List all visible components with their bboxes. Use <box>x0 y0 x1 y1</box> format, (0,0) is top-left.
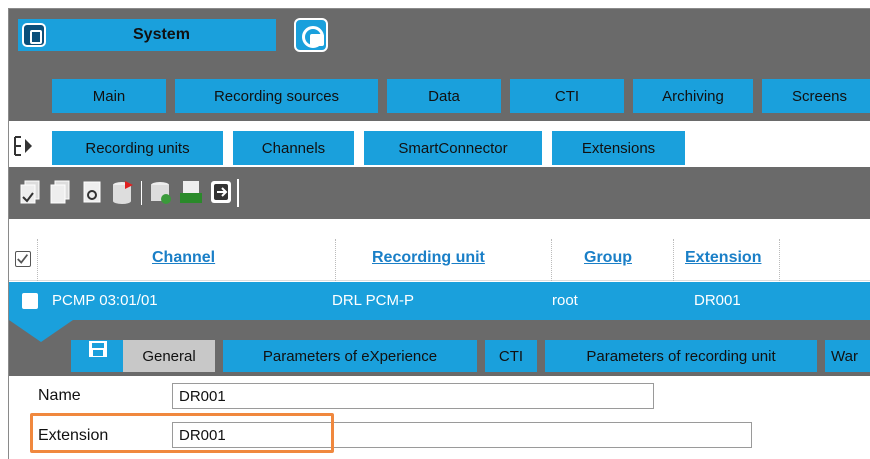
tab-data[interactable]: Data <box>387 79 501 113</box>
refresh-database-icon[interactable] <box>149 179 173 205</box>
detail-tabs-bar: General Parameters of eXperience CTI Par… <box>9 320 870 376</box>
cell-channel: PCMP 03:01/01 <box>52 292 158 309</box>
top-bar: System <box>9 9 870 69</box>
extension-highlight <box>30 413 334 453</box>
copy-icon[interactable] <box>19 179 43 205</box>
checkmark-icon <box>17 254 29 264</box>
tab-recording-sources[interactable]: Recording sources <box>175 79 378 113</box>
user-settings-icon[interactable] <box>294 18 328 52</box>
row-pointer-icon <box>9 320 73 342</box>
column-header-channel[interactable]: Channel <box>152 249 215 267</box>
column-divider <box>673 239 674 281</box>
main-tabs-bar: Main Recording sources Data CTI Archivin… <box>9 69 870 121</box>
system-label: System <box>133 26 190 43</box>
toolbar-separator <box>141 181 142 205</box>
row-checkbox[interactable] <box>22 293 38 309</box>
settings-icon[interactable] <box>81 179 105 205</box>
table-row[interactable]: PCMP 03:01/01 DRL PCM-P root DR001 <box>9 282 870 320</box>
name-field[interactable]: DR001 <box>172 383 654 409</box>
tree-expand-icon[interactable] <box>13 135 33 157</box>
column-divider <box>779 239 780 281</box>
export-csv-icon[interactable] <box>179 179 203 205</box>
save-icon <box>89 341 107 357</box>
column-divider <box>335 239 336 281</box>
system-button[interactable]: System <box>18 19 276 51</box>
detail-tab-cti[interactable]: CTI <box>485 340 537 372</box>
system-icon <box>22 23 46 47</box>
subtab-channels[interactable]: Channels <box>233 131 354 165</box>
cell-extension: DR001 <box>694 292 741 309</box>
detail-tab-parameters-of-experience[interactable]: Parameters of eXperience <box>223 340 477 372</box>
subtab-extensions[interactable]: Extensions <box>552 131 685 165</box>
detail-tab-parameters-of-recording-unit[interactable]: Parameters of recording unit <box>545 340 817 372</box>
detail-tab-general[interactable]: General <box>123 340 215 372</box>
cell-group: root <box>552 292 578 309</box>
subtab-smartconnector[interactable]: SmartConnector <box>364 131 542 165</box>
table-header: Channel Recording unit Group Extension <box>9 239 870 281</box>
exit-icon[interactable] <box>209 179 233 205</box>
tab-main[interactable]: Main <box>52 79 166 113</box>
cell-recording-unit: DRL PCM-P <box>332 292 414 309</box>
detail-tab-warnings[interactable]: War <box>825 340 870 372</box>
column-header-recording-unit[interactable]: Recording unit <box>372 249 485 267</box>
subtab-recording-units[interactable]: Recording units <box>52 131 223 165</box>
tab-cti[interactable]: CTI <box>510 79 624 113</box>
column-divider <box>37 239 38 281</box>
tab-screens[interactable]: Screens <box>762 79 870 113</box>
select-all-checkbox[interactable] <box>15 251 31 267</box>
sub-tabs-bar: Recording units Channels SmartConnector … <box>9 121 870 167</box>
column-divider <box>551 239 552 281</box>
toolbar-separator <box>237 179 239 207</box>
app-window: System Main Recording sources Data CTI A… <box>8 8 870 459</box>
paste-icon[interactable] <box>49 179 73 205</box>
save-button[interactable] <box>71 340 127 372</box>
toolbar <box>9 167 870 219</box>
tab-archiving[interactable]: Archiving <box>633 79 753 113</box>
name-label: Name <box>38 387 81 404</box>
column-header-extension[interactable]: Extension <box>685 249 761 267</box>
column-header-group[interactable]: Group <box>584 249 632 267</box>
add-database-icon[interactable] <box>111 179 135 205</box>
